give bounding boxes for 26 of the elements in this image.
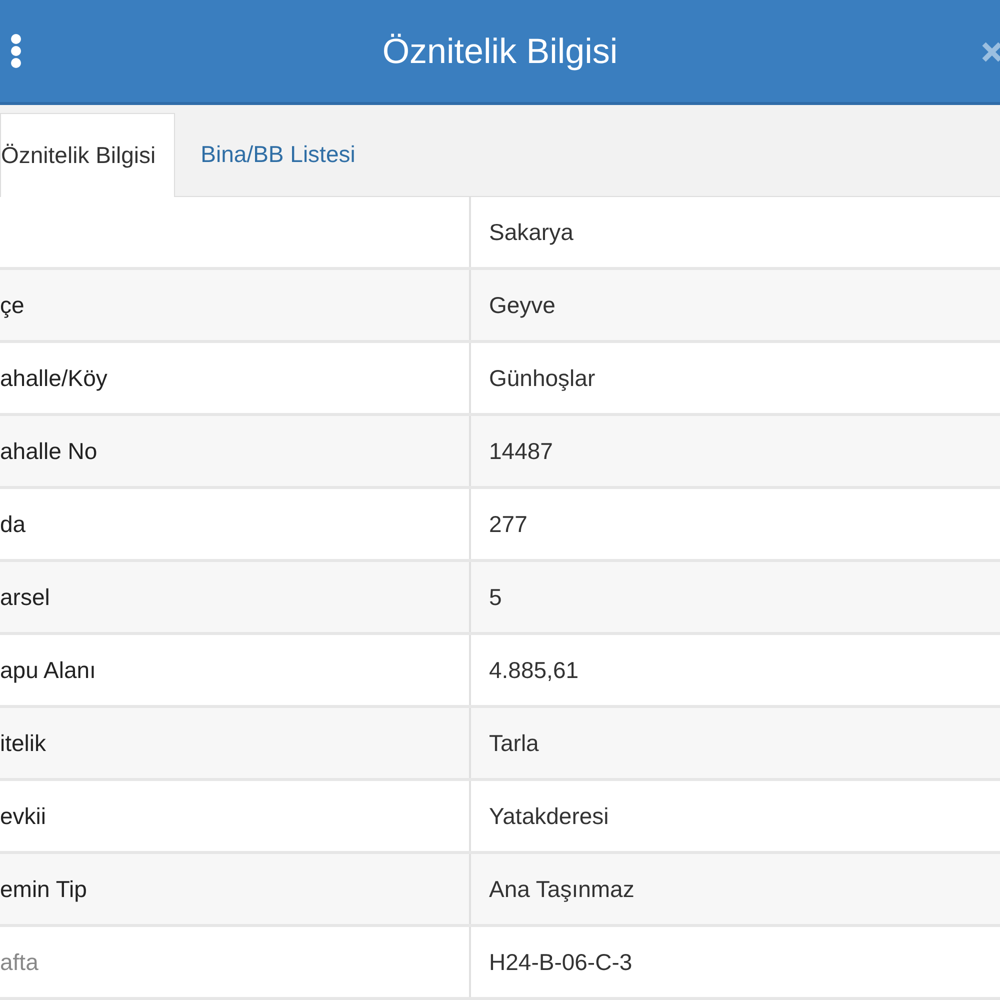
field-value: Ana Taşınmaz [489, 874, 634, 904]
field-value: Günhoşlar [489, 364, 596, 393]
tab[interactable]: Bina/BB Listesi [174, 112, 382, 196]
field-value: Geyve [489, 290, 556, 320]
field-label: çe [0, 290, 24, 320]
field-label: arsel [0, 582, 50, 612]
close-icon[interactable] [982, 40, 1000, 64]
field-label: ahalle No [0, 436, 98, 466]
menu-icon[interactable] [8, 33, 24, 69]
window-title: Öznitelik Bilgisi [382, 34, 618, 68]
field-label: itelik [0, 728, 46, 758]
field-value: Yatakderesi [489, 802, 609, 831]
field-value: 5 [489, 582, 502, 612]
field-label: ahalle/Köy [0, 364, 108, 393]
field-label: da [0, 510, 26, 539]
field-label: apu Alanı [0, 656, 96, 685]
field-value: Tarla [489, 728, 539, 758]
field-label: emin Tip [0, 874, 87, 904]
field-value: H24-B-06-C-3 [489, 948, 632, 977]
field-value: 14487 [489, 436, 553, 466]
field-label: evkii [0, 802, 46, 831]
field-value: 277 [489, 510, 528, 539]
field-label: afta [0, 948, 38, 977]
field-value: 4.885,61 [489, 656, 579, 685]
field-value: Sakarya [489, 218, 574, 247]
tab[interactable]: Öznitelik Bilgisi [0, 113, 175, 197]
